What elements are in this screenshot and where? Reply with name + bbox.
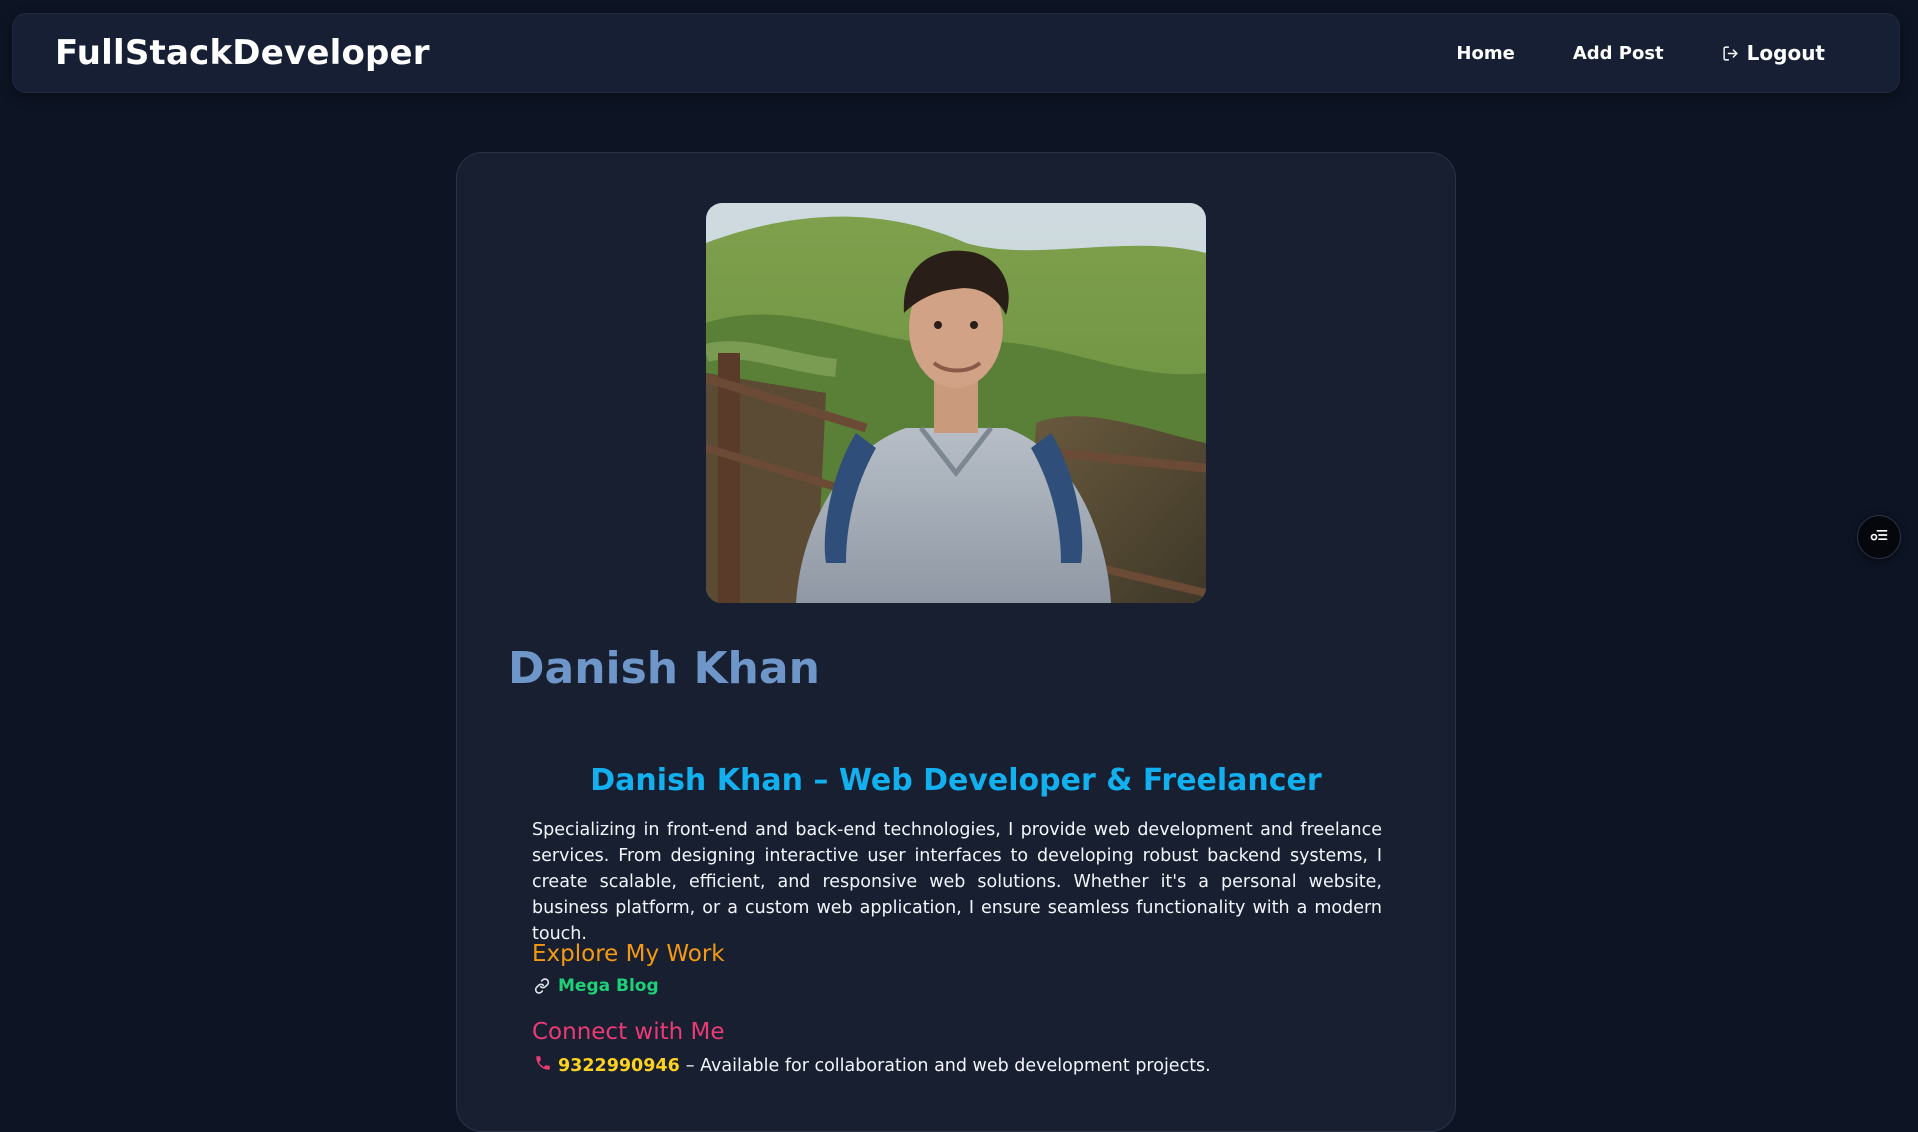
toggle-settings-icon [1869, 525, 1889, 549]
phone-number[interactable]: 9322990946 [558, 1056, 680, 1076]
bio-text: Specializing in front-end and back-end t… [532, 820, 1382, 944]
nav-home-link[interactable]: Home [1456, 43, 1514, 64]
bio-heading: Danish Khan – Web Developer & Freelancer [590, 763, 1322, 798]
logout-icon [1722, 45, 1739, 62]
logout-label: Logout [1746, 41, 1825, 65]
phone-row: 9322990946 – Available for collaboration… [534, 1054, 1211, 1077]
connect-heading: Connect with Me [532, 1019, 725, 1045]
explore-work-heading: Explore My Work [532, 941, 725, 967]
nav-add-post-link[interactable]: Add Post [1573, 43, 1664, 64]
work-link-row: Mega Blog [534, 976, 659, 996]
profile-photo [706, 203, 1206, 603]
mega-blog-link[interactable]: Mega Blog [558, 976, 659, 996]
brand-logo-text[interactable]: FullStackDeveloper [55, 33, 430, 73]
nav-links: Home Add Post Logout [1456, 41, 1857, 65]
profile-name: Danish Khan [508, 643, 820, 694]
phone-icon [534, 1054, 552, 1077]
phone-note: – Available for collaboration and web de… [685, 1055, 1211, 1076]
navbar: FullStackDeveloper Home Add Post Logout [12, 13, 1900, 93]
floating-settings-button[interactable] [1857, 515, 1901, 559]
profile-card: Danish Khan Danish Khan – Web Developer … [456, 152, 1456, 1132]
logout-button[interactable]: Logout [1722, 41, 1825, 65]
link-icon [534, 978, 550, 994]
